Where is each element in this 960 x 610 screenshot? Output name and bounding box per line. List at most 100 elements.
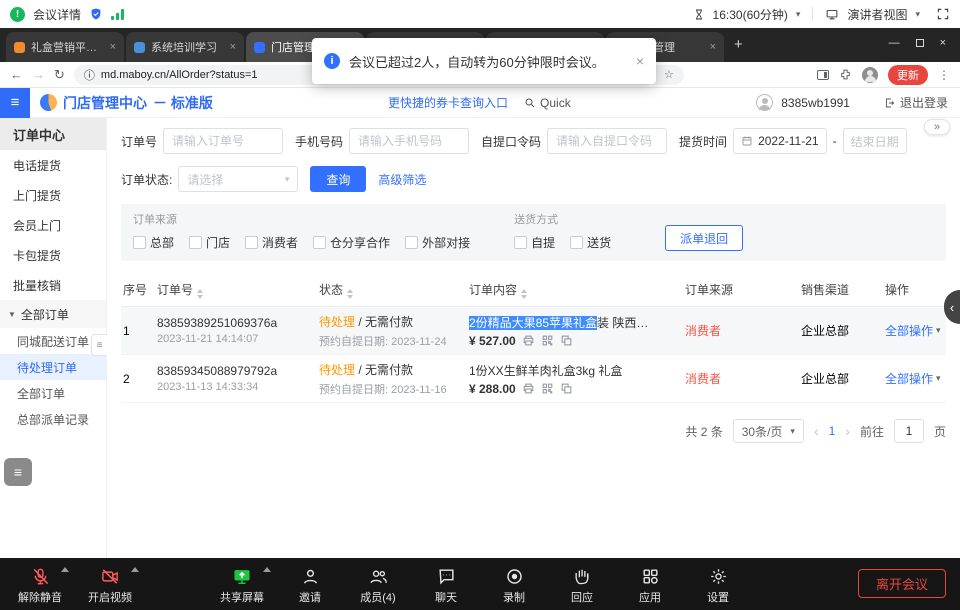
invite-button[interactable]: 邀请 xyxy=(288,565,332,605)
new-tab-button[interactable]: + xyxy=(726,36,751,59)
order-status-select[interactable]: 请选择 ▾ xyxy=(178,166,298,192)
user-avatar[interactable] xyxy=(756,94,773,111)
checkbox-hq[interactable]: 总部 xyxy=(133,234,174,251)
search-button[interactable]: 查询 xyxy=(310,166,366,192)
submenu-chevron-icon[interactable] xyxy=(131,567,139,572)
leave-meeting-button[interactable]: 离开会议 xyxy=(858,569,946,598)
browser-tab[interactable]: 系统培训学习× xyxy=(126,32,244,62)
panel-expand-button[interactable]: » xyxy=(924,119,950,135)
sort-icon[interactable] xyxy=(347,289,353,299)
sort-icon[interactable] xyxy=(521,289,527,299)
logout-button[interactable]: 退出登录 xyxy=(884,94,948,111)
settings-button[interactable]: 设置 xyxy=(696,565,740,605)
copy-icon[interactable] xyxy=(560,382,573,395)
fullscreen-icon[interactable] xyxy=(936,7,950,21)
all-actions-dropdown[interactable]: 全部操作▾ xyxy=(885,322,946,339)
back-icon[interactable]: ← xyxy=(10,68,23,81)
print-icon[interactable] xyxy=(522,382,535,395)
toast-close-icon[interactable]: × xyxy=(636,53,644,69)
close-icon[interactable]: × xyxy=(230,41,236,53)
view-mode-label[interactable]: 演讲者视图 xyxy=(847,6,907,23)
close-icon[interactable]: × xyxy=(110,41,116,53)
browser-update-button[interactable]: 更新 xyxy=(888,65,928,85)
sidebar-item-phone-pickup[interactable]: 电话提货 xyxy=(0,150,106,180)
members-button[interactable]: 成员(4) xyxy=(356,565,400,605)
apps-button[interactable]: 应用 xyxy=(628,565,672,605)
order-price: ¥ 527.00 xyxy=(469,334,516,348)
close-icon[interactable]: × xyxy=(710,41,716,53)
checkbox-external[interactable]: 外部对接 xyxy=(405,234,470,251)
floating-list-tool[interactable]: ≡ xyxy=(4,458,32,486)
table-row[interactable]: 1 83859389251069376a 2023-11-21 14:14:07… xyxy=(121,307,946,355)
sidebar-group-all-orders[interactable]: ▼ 全部订单 xyxy=(0,300,106,328)
checkbox-self-pickup[interactable]: 自提 xyxy=(514,234,555,251)
print-icon[interactable] xyxy=(522,334,535,347)
sidebar-item-member-visit[interactable]: 会员上门 xyxy=(0,210,106,240)
sidebar-item-card-pickup[interactable]: 卡包提货 xyxy=(0,240,106,270)
copy-icon[interactable] xyxy=(560,334,573,347)
side-panel-icon[interactable] xyxy=(817,70,829,80)
checkbox-store[interactable]: 门店 xyxy=(189,234,230,251)
sidebar-item-batch-verify[interactable]: 批量核销 xyxy=(0,270,106,300)
tab-favicon xyxy=(254,42,265,53)
dispatch-return-button[interactable]: 派单退回 xyxy=(665,225,743,251)
meeting-details-label[interactable]: 会议详情 xyxy=(33,6,81,23)
prev-page-icon[interactable]: ‹ xyxy=(814,423,819,439)
page-size-select[interactable]: 30条/页 ▾ xyxy=(733,419,804,443)
chevron-down-icon[interactable]: ▾ xyxy=(915,9,920,20)
browser-tab[interactable]: 礼盒营销平台管理中心× xyxy=(6,32,124,62)
sidebar-item-all-orders[interactable]: 全部订单 xyxy=(0,380,106,406)
minimize-icon[interactable]: — xyxy=(889,37,900,49)
checkbox-warehouse-coop[interactable]: 仓分享合作 xyxy=(313,234,390,251)
share-screen-button[interactable]: 共享屏幕 xyxy=(220,565,264,605)
start-video-button[interactable]: 开启视频 xyxy=(88,565,132,605)
sidebar-item-door-pickup[interactable]: 上门提货 xyxy=(0,180,106,210)
chevron-down-icon: ▾ xyxy=(936,325,941,336)
extensions-icon[interactable] xyxy=(839,68,852,81)
sidebar-item-pending-orders[interactable]: 待处理订单 xyxy=(0,354,106,380)
forward-icon[interactable]: → xyxy=(32,68,45,81)
checkbox-delivery[interactable]: 送货 xyxy=(570,234,611,251)
quick-search[interactable]: Quick xyxy=(524,96,571,110)
status-badge: 待处理 xyxy=(319,363,355,377)
bookmark-star-icon[interactable]: ☆ xyxy=(664,68,674,81)
unmute-button[interactable]: 解除静音 xyxy=(18,565,62,605)
username[interactable]: 8385wb1991 xyxy=(781,96,850,110)
hamburger-menu-icon[interactable]: ≡ xyxy=(0,88,30,118)
start-date-input[interactable]: 2022-11-21 xyxy=(733,128,827,154)
sidebar-item-hq-dispatch-log[interactable]: 总部派单记录 xyxy=(0,406,106,432)
submenu-chevron-icon[interactable] xyxy=(263,567,271,572)
order-no-input[interactable] xyxy=(163,128,283,154)
coupon-query-link[interactable]: 更快捷的券卡查询入口 xyxy=(388,94,508,111)
close-window-icon[interactable]: × xyxy=(940,37,946,49)
phone-input[interactable] xyxy=(349,128,469,154)
record-button[interactable]: 录制 xyxy=(492,565,536,605)
site-info-icon[interactable]: ⓘ xyxy=(84,67,95,83)
chat-button[interactable]: 聊天 xyxy=(424,565,468,605)
sidebar-collapse-handle[interactable]: ≡ xyxy=(91,334,107,356)
table-row[interactable]: 2 83859345088979792a 2023-11-13 14:33:34… xyxy=(121,355,946,403)
qrcode-icon[interactable] xyxy=(541,334,554,347)
meeting-timer[interactable]: 16:30(60分钟) xyxy=(713,6,788,23)
browser-profile-avatar[interactable] xyxy=(862,67,878,83)
chevron-down-icon[interactable]: ▾ xyxy=(796,9,801,20)
maximize-icon[interactable] xyxy=(916,39,924,47)
sort-icon[interactable] xyxy=(197,289,203,299)
next-page-icon[interactable]: › xyxy=(845,423,850,439)
advanced-filter-link[interactable]: 高级筛选 xyxy=(378,171,426,188)
goto-page-input[interactable] xyxy=(894,419,924,443)
end-date-input[interactable]: 结束日期 xyxy=(843,128,907,154)
all-actions-dropdown[interactable]: 全部操作▾ xyxy=(885,370,946,387)
sidebar-header-order-center[interactable]: 订单中心 xyxy=(0,118,106,150)
meeting-info-icon[interactable]: ! xyxy=(10,7,25,22)
pickup-code-input[interactable] xyxy=(547,128,667,154)
tab-favicon xyxy=(134,42,145,53)
qrcode-icon[interactable] xyxy=(541,382,554,395)
reactions-button[interactable]: 回应 xyxy=(560,565,604,605)
refresh-icon[interactable]: ↻ xyxy=(54,68,65,81)
checkbox-consumer[interactable]: 消费者 xyxy=(245,234,298,251)
order-source: 消费者 xyxy=(685,324,721,338)
browser-menu-icon[interactable]: ⋮ xyxy=(938,68,950,82)
current-page[interactable]: 1 xyxy=(829,424,836,438)
submenu-chevron-icon[interactable] xyxy=(61,567,69,572)
